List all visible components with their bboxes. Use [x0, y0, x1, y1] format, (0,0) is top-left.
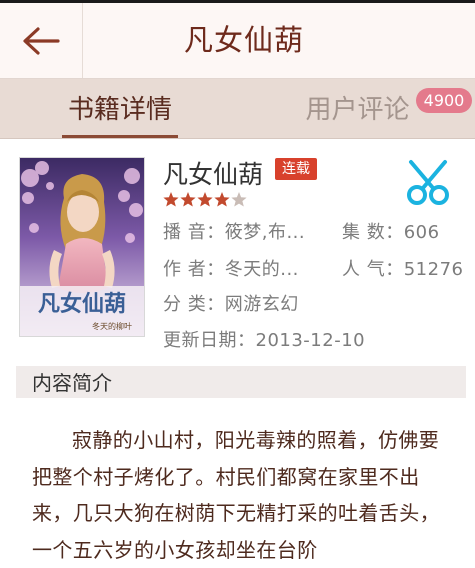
intro-text: 寂静的小山村，阳光毒辣的照着，仿佛要把整个村子烤化了。村民们都窝在家里不出来，几… — [32, 428, 440, 562]
page-title: 凡女仙葫 — [183, 23, 304, 57]
rating-stars — [163, 192, 247, 207]
popularity-info: 人 气：51276 — [342, 259, 464, 280]
update-date: 更新日期：2013-12-10 — [163, 330, 366, 351]
book-cover[interactable]: 凡女仙葫 冬天的柳叶 — [19, 157, 145, 337]
star-icon — [180, 192, 196, 207]
star-icon — [197, 192, 213, 207]
episode-count: 集 数：606 — [342, 222, 440, 243]
serial-status-badge: 连载 — [275, 158, 317, 180]
star-empty-icon — [231, 192, 247, 207]
review-count-badge: 4900 — [416, 88, 472, 113]
back-button[interactable] — [0, 3, 83, 78]
intro-section-title: 内容简介 — [32, 371, 112, 395]
tab-bar: 书籍详情 用户评论 — [0, 79, 475, 139]
star-icon — [214, 192, 230, 207]
app-header: 凡女仙葫 — [0, 3, 475, 79]
tab-book-detail[interactable]: 书籍详情 — [0, 79, 240, 138]
tab-user-reviews-label: 用户评论 — [305, 95, 410, 125]
cover-signature-text: 冬天的柳叶 — [92, 321, 132, 331]
cover-title-text: 凡女仙葫 — [38, 291, 126, 317]
author-info: 作 者：冬天的... — [163, 259, 299, 280]
narrator-info: 播 音：筱梦,布... — [163, 222, 306, 243]
tab-active-indicator — [62, 135, 178, 138]
book-title: 凡女仙葫 — [163, 160, 264, 189]
tab-book-detail-label: 书籍详情 — [67, 95, 172, 125]
category-info: 分 类：网游玄幻 — [163, 294, 299, 315]
intro-section-header: 内容简介 — [16, 366, 466, 398]
back-arrow-icon — [23, 26, 60, 55]
star-icon — [163, 192, 179, 207]
scissors-share-icon[interactable] — [403, 158, 453, 206]
